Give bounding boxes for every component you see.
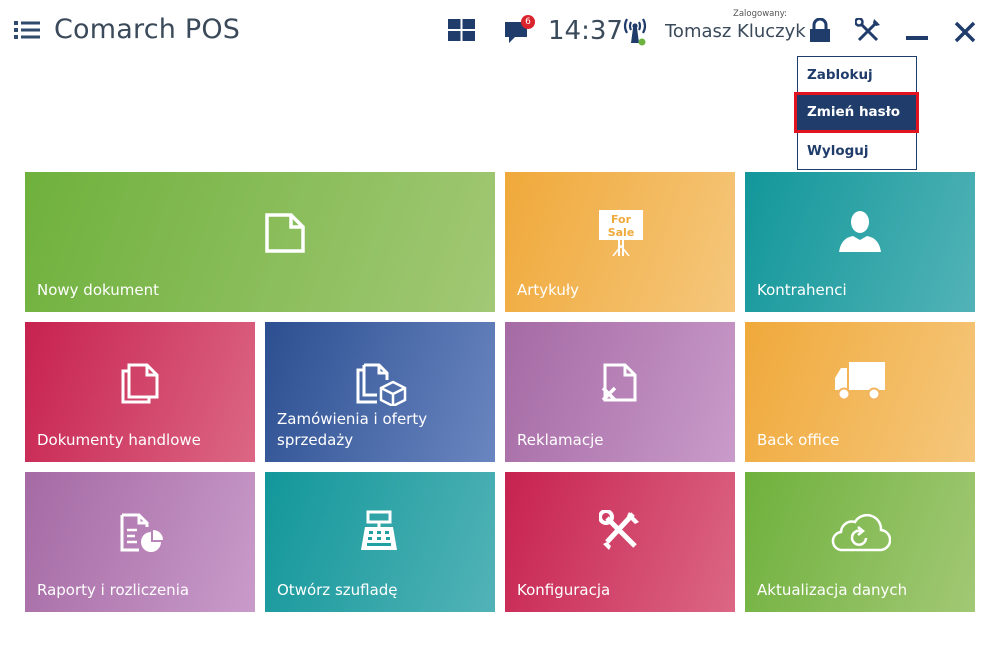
tile-articles[interactable]: For Sale Artykuły (505, 172, 735, 312)
for-sale-sign-icon: For Sale (599, 210, 643, 256)
tile-reports[interactable]: Raporty i rozliczenia (25, 472, 255, 612)
tile-orders-offers[interactable]: Zamówienia i oferty sprzedaży (265, 322, 495, 462)
document-icon (265, 213, 305, 253)
tile-contractors[interactable]: Kontrahenci (745, 172, 975, 312)
tile-label: Raporty i rozliczenia (37, 581, 190, 599)
tile-label: Zamówienia i oferty sprzedaży (277, 409, 427, 451)
user-name[interactable]: Tomasz Kluczyk (665, 21, 806, 42)
tile-open-drawer[interactable]: Otwórz szufladę (265, 472, 495, 612)
notification-badge: 6 (521, 15, 535, 29)
lock-icon[interactable] (808, 18, 832, 44)
menu-icon[interactable] (14, 19, 40, 41)
top-bar: Comarch POS 6 14:37 Zalogowany: Tomasz K… (0, 0, 985, 62)
minimize-icon[interactable] (906, 20, 928, 42)
tile-new-document[interactable]: Nowy dokument (25, 172, 495, 312)
menu-item-logout[interactable]: Wyloguj (798, 133, 915, 170)
cash-register-icon (361, 510, 397, 550)
tile-label: Kontrahenci (757, 281, 847, 299)
settings-tools-icon[interactable] (855, 18, 881, 44)
tile-label-line2: sprzedaży (277, 431, 354, 449)
tile-label: Konfiguracja (517, 581, 611, 599)
tile-back-office[interactable]: Back office (745, 322, 975, 462)
document-box-icon (356, 363, 407, 406)
tile-label: Dokumenty handlowe (37, 431, 201, 449)
tile-complaints[interactable]: Reklamacje (505, 322, 735, 462)
menu-item-change-password[interactable]: Zmień hasło (794, 92, 919, 133)
tile-label: Aktualizacja danych (757, 581, 908, 599)
clock: 14:37 (548, 16, 623, 46)
tile-label: Nowy dokument (37, 281, 159, 299)
report-icon (120, 513, 163, 552)
app-title: Comarch POS (54, 14, 241, 45)
tile-label: Otwórz szufladę (277, 581, 398, 599)
tile-configuration[interactable]: Konfiguracja (505, 472, 735, 612)
tile-data-update[interactable]: Aktualizacja danych (745, 472, 975, 612)
menu-item-lock[interactable]: Zablokuj (798, 57, 915, 94)
tile-label-line1: Zamówienia i oferty (277, 410, 428, 428)
user-dropdown-menu: Zablokuj Zmień hasło Wyloguj (794, 56, 919, 170)
close-icon[interactable] (953, 20, 977, 44)
tiles-view-icon[interactable] (448, 19, 475, 41)
tile-trade-documents[interactable]: Dokumenty handlowe (25, 322, 255, 462)
connection-antenna-icon (623, 18, 647, 46)
logged-in-label: Zalogowany: (733, 9, 788, 19)
cloud-refresh-icon (831, 513, 891, 552)
sign-text-sale: Sale (608, 226, 635, 239)
person-icon (839, 211, 881, 252)
truck-icon (835, 362, 885, 401)
tile-label: Reklamacje (517, 431, 604, 449)
sign-text-for: For (611, 213, 632, 226)
tile-label: Back office (757, 431, 840, 449)
document-x-icon (601, 363, 637, 402)
tools-icon (599, 510, 639, 550)
tile-label: Artykuły (517, 281, 580, 299)
documents-icon (121, 363, 159, 404)
